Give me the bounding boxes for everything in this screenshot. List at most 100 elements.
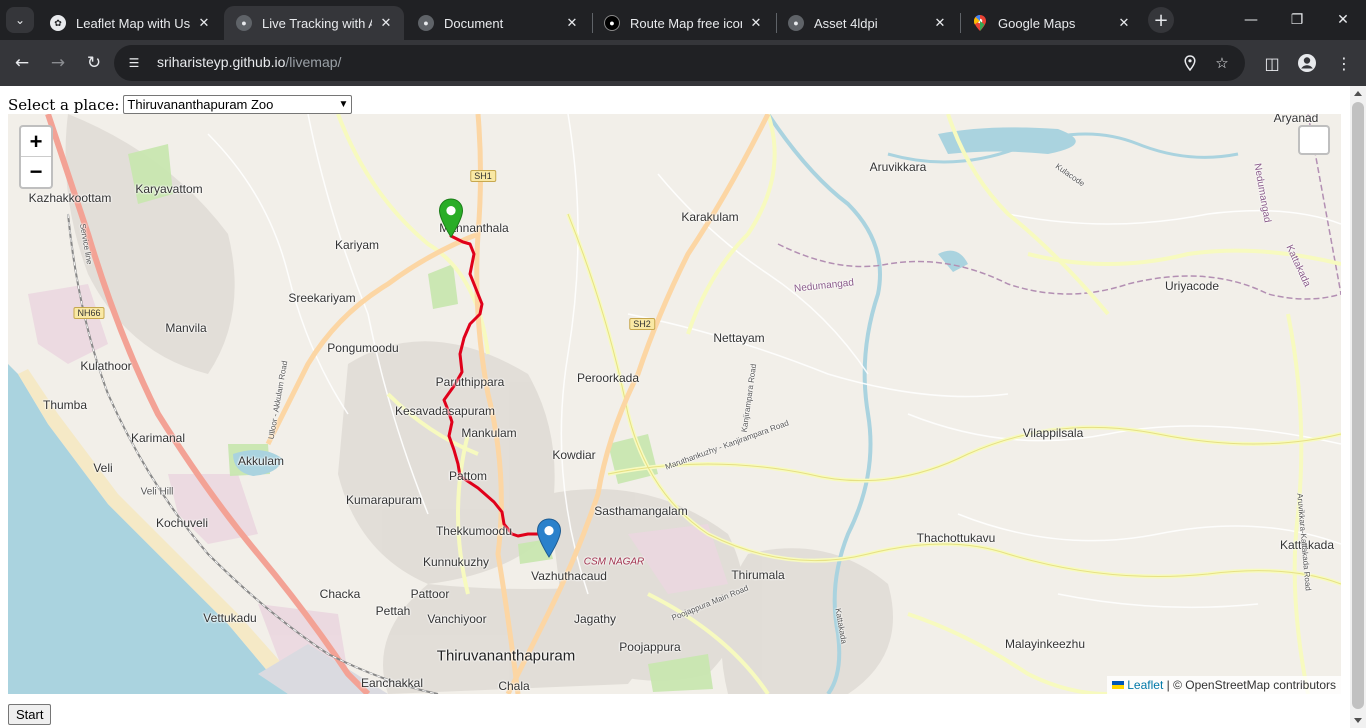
road-shield-sh1: SH1 xyxy=(470,170,496,182)
map-label: Veli Hill xyxy=(140,486,174,498)
map-label: Karimanal xyxy=(130,431,186,445)
road-shield-sh2: SH2 xyxy=(629,318,655,330)
map-label: Kowdiar xyxy=(552,448,596,462)
close-window-button[interactable]: ✕ xyxy=(1320,0,1366,40)
map-label: Karyavattom xyxy=(135,182,203,196)
map-label: Kumarapuram xyxy=(345,493,423,507)
map-label: Kochuveli xyxy=(155,516,209,530)
bookmark-star-icon[interactable]: ☆ xyxy=(1212,53,1232,73)
close-icon[interactable]: ✕ xyxy=(196,15,212,31)
tab-title: Route Map free icon xyxy=(630,15,742,31)
close-icon[interactable]: ✕ xyxy=(378,15,394,31)
plus-icon: + xyxy=(1153,9,1169,31)
start-marker-icon[interactable] xyxy=(438,198,464,242)
tab-live-tracking[interactable]: ● Live Tracking with Al ✕ xyxy=(224,6,404,40)
close-icon[interactable]: ✕ xyxy=(1116,15,1132,31)
restore-button[interactable]: ❐ xyxy=(1274,0,1320,40)
map-label: Eanchakkal xyxy=(360,676,424,690)
map-label: Poojappura xyxy=(619,640,681,654)
profile-avatar-icon[interactable] xyxy=(1293,49,1321,77)
map-tiles xyxy=(8,114,1341,694)
restore-icon: ❐ xyxy=(1290,12,1304,28)
scrollbar-thumb[interactable] xyxy=(1352,102,1364,709)
ukraine-flag-icon xyxy=(1112,681,1125,689)
map-label: Kariyam xyxy=(334,238,380,252)
map-label: Nettayam xyxy=(713,331,765,345)
forward-button[interactable]: → xyxy=(44,49,72,77)
tab-title: Leaflet Map with Use xyxy=(76,15,190,31)
place-selector-row: Select a place: Thiruvananthapuram Zoo ▼ xyxy=(8,95,353,114)
map-label: Veli xyxy=(93,461,113,475)
arrow-right-icon: → xyxy=(50,53,66,73)
map-label: Kazhakkoottam xyxy=(28,191,112,205)
map-label: Karakulam xyxy=(681,210,739,224)
map-label: Chala xyxy=(498,679,530,693)
zoom-out-button[interactable]: − xyxy=(21,157,51,187)
close-icon[interactable]: ✕ xyxy=(748,15,764,31)
chevron-down-icon: ⌄ xyxy=(14,13,26,27)
tab-asset[interactable]: ● Asset 4ldpi ✕ xyxy=(776,6,958,40)
new-tab-button[interactable]: + xyxy=(1148,7,1174,33)
place-select[interactable]: Thiruvananthapuram Zoo ▼ xyxy=(123,95,353,114)
start-button[interactable]: Start xyxy=(8,704,52,725)
browser-toolbar: ← → ↻ ☰ sriharisteyp.github.io/livemap/ … xyxy=(0,40,1366,86)
map-label: Kesavadasapuram xyxy=(394,404,496,418)
tab-search-button[interactable]: ⌄ xyxy=(6,7,34,33)
scroll-down-icon[interactable] xyxy=(1354,718,1362,723)
reload-icon: ↻ xyxy=(86,53,102,73)
map-label: Thirumala xyxy=(731,568,785,582)
google-maps-icon xyxy=(972,15,988,31)
map-label: Kunnukuzhy xyxy=(422,555,490,569)
site-settings-icon[interactable]: ☰ xyxy=(124,53,144,73)
url-host: sriharisteyp.github.io xyxy=(157,54,286,70)
reload-button[interactable]: ↻ xyxy=(80,49,108,77)
destination-marker-icon[interactable] xyxy=(536,518,562,562)
globe-icon: ● xyxy=(418,15,434,31)
minimize-icon: — xyxy=(1244,12,1258,28)
map-label: Sreekariyam xyxy=(288,291,356,305)
tab-route-map[interactable]: ● Route Map free icon ✕ xyxy=(592,6,774,40)
map-label: Thachottukavu xyxy=(916,531,996,545)
map-label: Jagathy xyxy=(573,612,617,626)
tab-title: Document xyxy=(444,15,504,31)
map-label: Mankulam xyxy=(461,426,517,440)
kebab-menu-icon[interactable]: ⋮ xyxy=(1330,49,1358,77)
map-label: Pattom xyxy=(448,469,488,483)
tab-document[interactable]: ● Document ✕ xyxy=(406,6,590,40)
map-label: Chacka xyxy=(319,587,361,601)
map-attribution: Leaflet | © OpenStreetMap contributors xyxy=(1107,676,1341,694)
map-label: Thiruvananthapuram xyxy=(436,647,576,665)
zoom-in-button[interactable]: + xyxy=(21,127,51,157)
map-label: CSM NAGAR xyxy=(583,556,645,568)
map-label: Kulathoor xyxy=(80,359,132,373)
layers-control[interactable] xyxy=(1298,125,1330,155)
location-icon[interactable] xyxy=(1180,53,1200,73)
zoom-control: + − xyxy=(19,125,53,189)
minimize-button[interactable]: — xyxy=(1228,0,1274,40)
url-text[interactable]: sriharisteyp.github.io/livemap/ xyxy=(157,54,341,70)
back-button[interactable]: ← xyxy=(8,49,36,77)
map-label: Manvila xyxy=(165,321,207,335)
address-bar[interactable]: ☰ sriharisteyp.github.io/livemap/ ☆ xyxy=(114,45,1245,81)
flaticon-icon: ● xyxy=(604,15,620,31)
leaflet-link[interactable]: Leaflet xyxy=(1127,678,1163,692)
map-label: Pattoor xyxy=(410,587,450,601)
tab-title: Google Maps xyxy=(998,15,1076,31)
map-label: Vanchiyoor xyxy=(427,612,487,626)
side-panel-icon[interactable]: ◫ xyxy=(1258,49,1286,77)
page-scrollbar[interactable] xyxy=(1350,86,1366,728)
map-label: Malayinkeezhu xyxy=(1004,637,1086,651)
map-label: Sasthamangalam xyxy=(594,504,688,518)
scroll-up-icon[interactable] xyxy=(1354,91,1362,96)
map-label: Pongumoodu xyxy=(327,341,399,355)
place-label: Select a place: xyxy=(8,95,120,114)
tab-leaflet-map[interactable]: ✿ Leaflet Map with Use ✕ xyxy=(38,6,222,40)
map-label: Pettah xyxy=(375,604,411,618)
close-icon[interactable]: ✕ xyxy=(564,15,580,31)
leaflet-map[interactable]: SH1 SH2 NH66 Aryanad Aruvikkara Karyavat… xyxy=(8,114,1341,694)
map-label: Aryanad xyxy=(1273,114,1319,125)
close-icon[interactable]: ✕ xyxy=(932,15,948,31)
map-label: Peroorkada xyxy=(576,371,640,385)
tab-google-maps[interactable]: Google Maps ✕ xyxy=(960,6,1142,40)
map-label: Uriyacode xyxy=(1164,279,1220,293)
